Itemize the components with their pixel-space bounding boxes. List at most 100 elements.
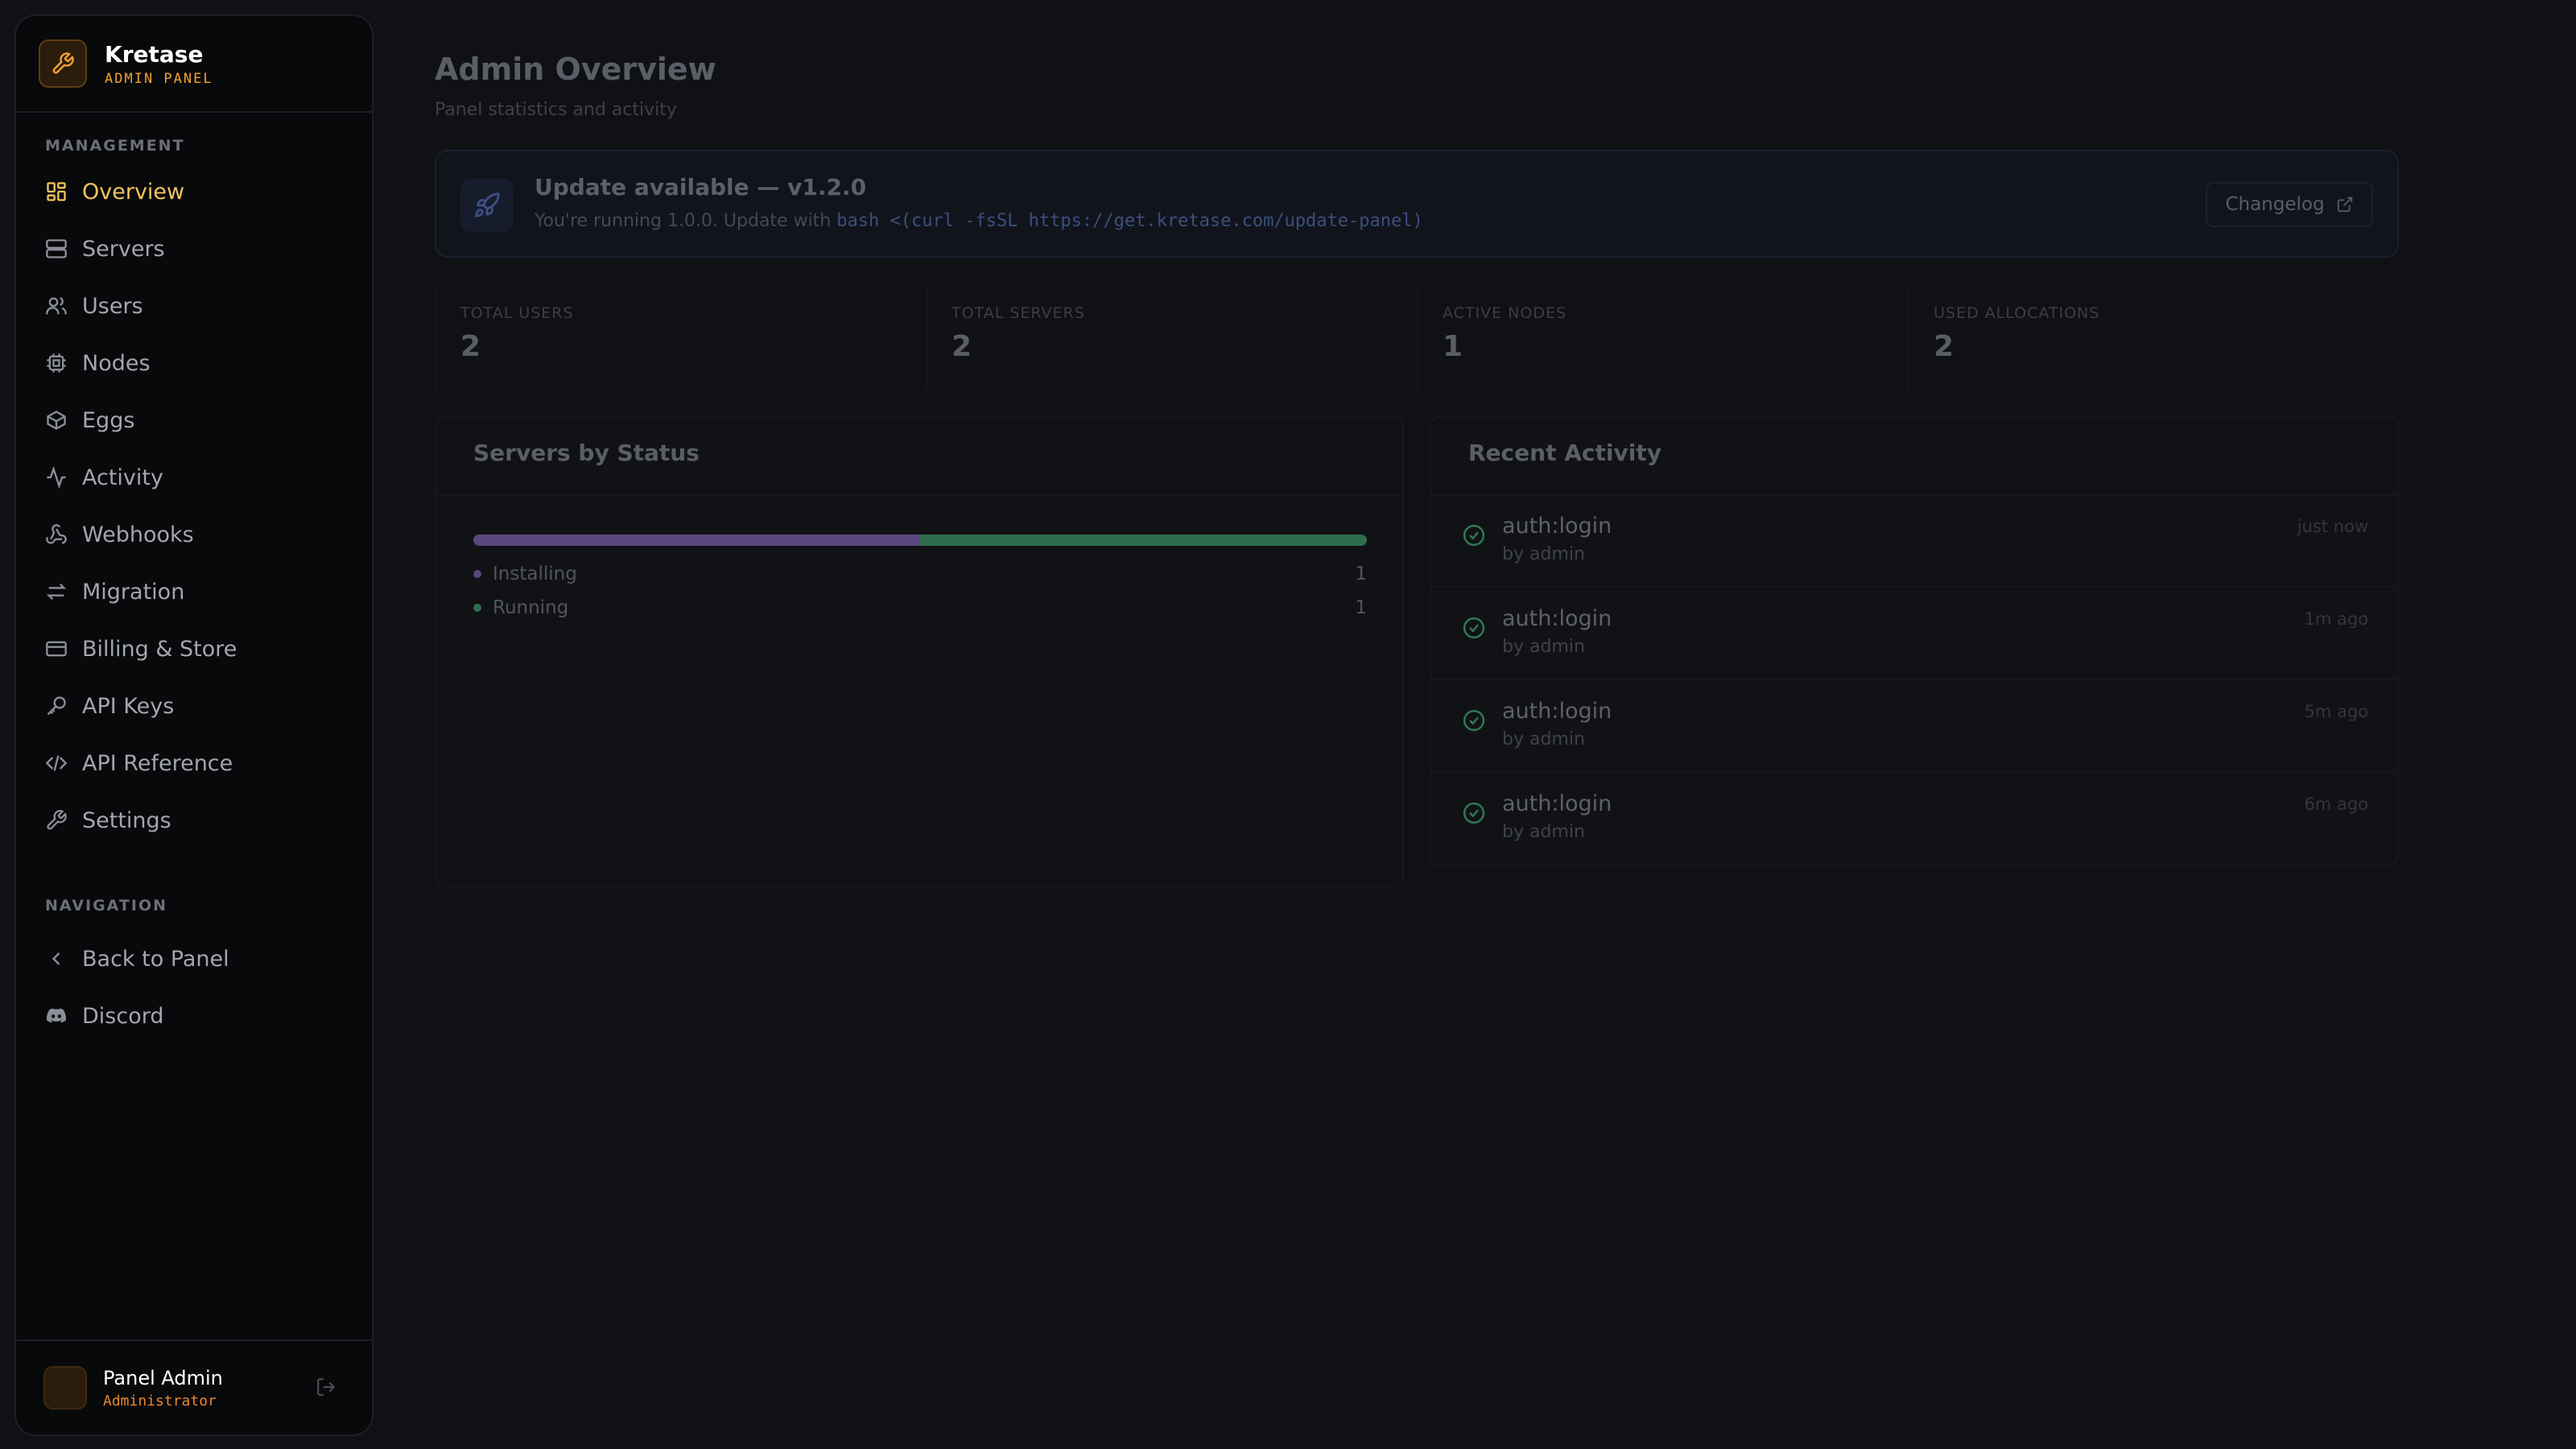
sidebar-item-migration[interactable]: Migration [16,568,372,616]
sidebar-item-eggs[interactable]: Eggs [16,396,372,444]
stat-total-users: TOTAL USERS 2 [435,287,926,390]
status-count: 1 [1355,564,1367,584]
card-title: Servers by Status [473,440,700,466]
status-label: Running [493,597,569,618]
servers-by-status-card: Servers by Status Installing 1 Running 1 [435,415,1404,887]
stat-label: TOTAL USERS [460,304,574,322]
status-count: 1 [1355,597,1367,618]
activity-actor: by admin [1502,544,1585,564]
sidebar-item-api-reference[interactable]: API Reference [16,739,372,787]
management-heading: MANAGEMENT [45,137,185,155]
sidebar-item-label: API Keys [82,693,175,719]
sidebar: Kretase ADMIN PANEL MANAGEMENT Overview … [14,14,374,1436]
changelog-label: Changelog [2225,194,2325,215]
sidebar-item-label: Discord [82,1003,164,1029]
external-link-icon [2337,196,2352,213]
update-title: Update available — v1.2.0 [535,174,867,200]
activity-row[interactable]: auth:login by admin just now [1431,496,2397,588]
key-icon [47,696,66,716]
activity-time: just now [2297,517,2368,536]
activity-time: 6m ago [2304,795,2368,814]
sidebar-item-label: Back to Panel [82,946,229,972]
user-name: Panel Admin [103,1366,223,1389]
credit-card-icon [46,641,67,657]
sidebar-item-servers[interactable]: Servers [16,225,372,273]
user-profile[interactable]: Panel Admin Administrator [16,1340,372,1435]
activity-row[interactable]: auth:login by admin 6m ago [1431,774,2397,865]
stat-total-servers: TOTAL SERVERS 2 [926,287,1417,390]
stat-value: 2 [460,330,481,363]
stat-value: 2 [952,330,972,363]
sidebar-item-label: Settings [82,807,171,833]
activity-event: auth:login [1502,699,1612,724]
cpu-icon [47,353,66,373]
sidebar-item-settings[interactable]: Settings [16,796,372,844]
stats-row: TOTAL USERS 2 TOTAL SERVERS 2 ACTIVE NOD… [435,287,2399,390]
sidebar-item-label: API Reference [82,750,233,776]
activity-row[interactable]: auth:login by admin 1m ago [1431,588,2397,680]
stat-used-allocations: USED ALLOCATIONS 2 [1908,287,2399,390]
webhook-icon [46,524,67,544]
activity-actor: by admin [1502,637,1585,657]
status-segment-installing [473,535,920,546]
rocket-icon [460,179,514,232]
activity-event: auth:login [1502,514,1612,539]
brand-name: Kretase [105,40,204,68]
stat-label: USED ALLOCATIONS [1934,304,2100,322]
check-circle-icon [1463,802,1485,824]
logout-icon[interactable] [316,1377,336,1397]
page-subtitle: Panel statistics and activity [435,100,677,120]
sidebar-item-activity[interactable]: Activity [16,453,372,502]
sidebar-item-label: Activity [82,464,163,490]
check-circle-icon [1463,709,1485,732]
sidebar-item-label: Webhooks [82,522,194,547]
page-title: Admin Overview [435,52,716,87]
status-label: Installing [493,564,577,584]
sidebar-item-webhooks[interactable]: Webhooks [16,510,372,559]
status-row-installing: Installing 1 [473,564,1367,584]
stat-label: ACTIVE NODES [1443,304,1567,322]
sidebar-item-api-keys[interactable]: API Keys [16,682,372,730]
sidebar-item-discord[interactable]: Discord [16,992,372,1040]
brand[interactable]: Kretase ADMIN PANEL [16,16,372,113]
update-text: You're running 1.0.0. Update with bash <… [535,211,1423,231]
sidebar-item-back-to-panel[interactable]: Back to Panel [16,935,372,983]
arrows-swap-icon [46,583,67,601]
stat-label: TOTAL SERVERS [952,304,1085,322]
stat-active-nodes: ACTIVE NODES 1 [1417,287,1908,390]
update-message: You're running 1.0.0. Update with [535,211,832,231]
update-banner: Update available — v1.2.0 You're running… [435,150,2399,258]
brand-subtitle: ADMIN PANEL [105,70,213,87]
navigation-heading: NAVIGATION [45,897,167,914]
code-icon [45,755,68,771]
activity-event: auth:login [1502,791,1612,816]
update-command[interactable]: bash <(curl -fsSL https://get.kretase.co… [836,211,1422,231]
divider [436,494,1402,496]
sidebar-item-users[interactable]: Users [16,282,372,330]
sidebar-item-label: Overview [82,179,185,204]
status-dot [473,604,481,612]
package-icon [47,411,66,430]
status-segment-running [920,535,1367,546]
user-role: Administrator [103,1392,217,1410]
users-icon [46,296,67,315]
check-circle-icon [1463,524,1485,547]
grid-icon [47,182,66,201]
activity-event: auth:login [1502,606,1612,631]
activity-time: 1m ago [2304,609,2368,629]
activity-row[interactable]: auth:login by admin 5m ago [1431,681,2397,773]
wrench-icon [47,810,67,830]
activity-actor: by admin [1502,822,1585,842]
sidebar-item-billing[interactable]: Billing & Store [16,625,372,673]
discord-icon [46,1008,67,1023]
activity-actor: by admin [1502,729,1585,749]
sidebar-item-label: Users [82,293,143,319]
check-circle-icon [1463,617,1485,639]
sidebar-item-nodes[interactable]: Nodes [16,339,372,387]
changelog-button[interactable]: Changelog [2206,182,2373,227]
activity-time: 5m ago [2304,702,2368,721]
sidebar-item-label: Billing & Store [82,636,237,662]
sidebar-item-label: Migration [82,579,185,605]
status-bar [473,535,1367,546]
sidebar-item-overview[interactable]: Overview [16,167,372,216]
